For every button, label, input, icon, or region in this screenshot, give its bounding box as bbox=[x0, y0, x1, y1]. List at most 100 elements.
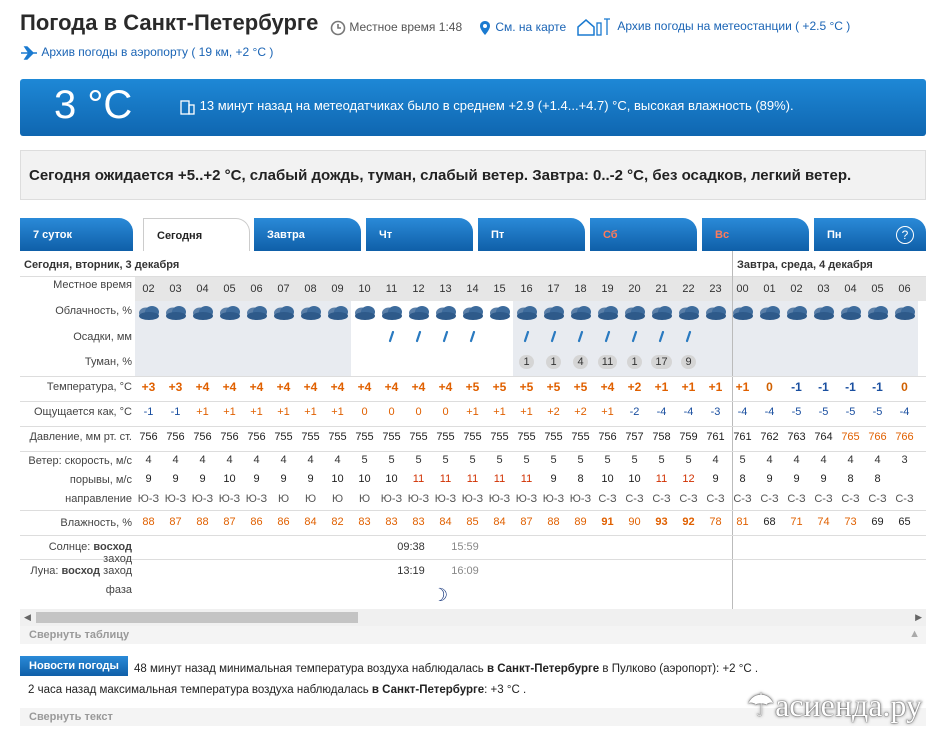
watermark-text: асиенда.ру bbox=[775, 687, 922, 723]
archive-station-link[interactable]: Архив погоды на метеостанции ( +2.5 °C ) bbox=[576, 17, 850, 37]
gusts-cell: 11 bbox=[412, 473, 425, 485]
humidity-cell: 88 bbox=[547, 516, 560, 528]
scrollbar-thumb[interactable] bbox=[36, 612, 358, 623]
wind-cell: 4 bbox=[712, 454, 719, 466]
wind-cell: 5 bbox=[388, 454, 395, 466]
overcast-cloud-icon bbox=[193, 306, 213, 320]
collapse-arrow-icon: ▲ bbox=[909, 628, 920, 640]
tab-6[interactable]: Сб bbox=[590, 218, 697, 251]
hour-cell: 18 bbox=[574, 283, 587, 295]
pressure-cell: 755 bbox=[517, 431, 536, 443]
sunset-time: 15:59 bbox=[451, 541, 479, 553]
day-header-today: Сегодня, вторник, 3 декабря bbox=[20, 251, 732, 277]
moonrise-time: 13:19 bbox=[397, 565, 425, 577]
moon-label: Луна: восход заход bbox=[20, 565, 135, 577]
help-icon[interactable]: ? bbox=[896, 226, 914, 244]
pressure-cell: 755 bbox=[436, 431, 455, 443]
phase-label: фаза bbox=[105, 584, 132, 596]
feels-cell: 0 bbox=[442, 406, 449, 418]
overcast-cloud-icon bbox=[868, 306, 888, 320]
wind-cell: 4 bbox=[226, 454, 233, 466]
snowflake-icon bbox=[685, 331, 692, 343]
moon-label-set: заход bbox=[100, 565, 132, 577]
humidity-cell: 71 bbox=[790, 516, 803, 528]
feels-cell: +1 bbox=[250, 406, 263, 418]
news-line-2-rest: : +3 °C . bbox=[484, 684, 527, 696]
feels-cell: +1 bbox=[277, 406, 290, 418]
temp-cell: -1 bbox=[845, 380, 856, 394]
gusts-cell: 11 bbox=[655, 473, 668, 485]
humidity-cell: 92 bbox=[682, 516, 695, 528]
pressure-cell: 757 bbox=[625, 431, 644, 443]
temp-cell: +4 bbox=[276, 380, 291, 394]
raindrop-icon bbox=[523, 331, 530, 343]
humidity-cell: 89 bbox=[574, 516, 587, 528]
temp-cell: +4 bbox=[600, 380, 615, 394]
feels-cell: +1 bbox=[331, 406, 344, 418]
humidity-cell: 88 bbox=[196, 516, 209, 528]
tab-1[interactable]: 7 суток bbox=[20, 218, 133, 251]
tab-7[interactable]: Вс bbox=[702, 218, 809, 251]
wind-dir-cell: Ю-З bbox=[542, 493, 565, 505]
raindrop-icon bbox=[604, 331, 611, 343]
temp-cell: -1 bbox=[872, 380, 883, 394]
fog-cell: 1 bbox=[540, 355, 567, 369]
scroll-right-icon[interactable]: ▶ bbox=[915, 612, 922, 623]
wind-dir-cell: С-З bbox=[868, 493, 887, 505]
dir-label: направление bbox=[65, 493, 132, 505]
news-line-1-city[interactable]: в Санкт-Петербурге bbox=[487, 663, 599, 675]
pressure-cell: 766 bbox=[868, 431, 887, 443]
gusts-cell: 10 bbox=[358, 473, 371, 485]
wind-dir-cell: Ю-З bbox=[245, 493, 268, 505]
hour-cell: 05 bbox=[223, 283, 236, 295]
humidity-cell: 84 bbox=[493, 516, 506, 528]
humidity-cell: 84 bbox=[304, 516, 317, 528]
temp-cell: +1 bbox=[654, 380, 669, 394]
building-icon bbox=[180, 99, 195, 115]
tab-5[interactable]: Пт bbox=[478, 218, 585, 251]
wind-cell: 4 bbox=[874, 454, 881, 466]
overcast-cloud-icon bbox=[733, 306, 753, 320]
gusts-label: порывы, м/с bbox=[69, 474, 132, 486]
feels-cell: +1 bbox=[466, 406, 479, 418]
temp-cell: 0 bbox=[766, 380, 773, 394]
wind-cell: 4 bbox=[307, 454, 314, 466]
hour-cell: 06 bbox=[250, 283, 263, 295]
hour-cell: 05 bbox=[871, 283, 884, 295]
scroll-left-icon[interactable]: ◀ bbox=[24, 612, 31, 623]
tab-4[interactable]: Чт bbox=[366, 218, 473, 251]
map-link[interactable]: См. на карте bbox=[478, 20, 566, 36]
moon-label-rise: восход bbox=[61, 565, 101, 577]
overcast-cloud-icon bbox=[166, 306, 186, 320]
collapse-table-label: Свернуть таблицу bbox=[29, 629, 130, 641]
hour-cell: 08 bbox=[304, 283, 317, 295]
archive-airport-link[interactable]: Архив погоды в аэропорту ( 19 км, +2 °C … bbox=[20, 45, 273, 60]
pressure-cell: 755 bbox=[409, 431, 428, 443]
feels-cell: 0 bbox=[388, 406, 395, 418]
sunrise-time: 09:38 bbox=[397, 541, 425, 553]
hour-cell: 11 bbox=[385, 283, 398, 295]
hour-cell: 03 bbox=[817, 283, 830, 295]
temp-cell: +5 bbox=[492, 380, 507, 394]
fog-value: 1 bbox=[546, 355, 561, 369]
temp-cell: +4 bbox=[330, 380, 345, 394]
tab-3[interactable]: Завтра bbox=[254, 218, 361, 251]
table-scrollbar[interactable]: ◀ ▶ bbox=[20, 609, 926, 626]
humidity-cell: 69 bbox=[871, 516, 884, 528]
pressure-cell: 762 bbox=[760, 431, 779, 443]
raindrop-icon bbox=[442, 331, 449, 343]
pressure-cell: 756 bbox=[220, 431, 239, 443]
moon-label-a: Луна: bbox=[30, 565, 62, 577]
hour-cell: 22 bbox=[682, 283, 695, 295]
wind-dir-cell: Ю-З bbox=[461, 493, 484, 505]
overcast-cloud-icon bbox=[247, 306, 267, 320]
wind-cell: 4 bbox=[280, 454, 287, 466]
humidity-cell: 74 bbox=[817, 516, 830, 528]
gusts-cell: 11 bbox=[439, 473, 452, 485]
hour-cell: 23 bbox=[709, 283, 722, 295]
wind-cell: 3 bbox=[901, 454, 908, 466]
collapse-table-button[interactable]: Свернуть таблицу ▲ bbox=[20, 626, 926, 644]
news-line-2-city[interactable]: в Санкт-Петербурге bbox=[372, 684, 484, 696]
wind-cell: 4 bbox=[334, 454, 341, 466]
tab-2[interactable]: Сегодня bbox=[143, 218, 250, 251]
